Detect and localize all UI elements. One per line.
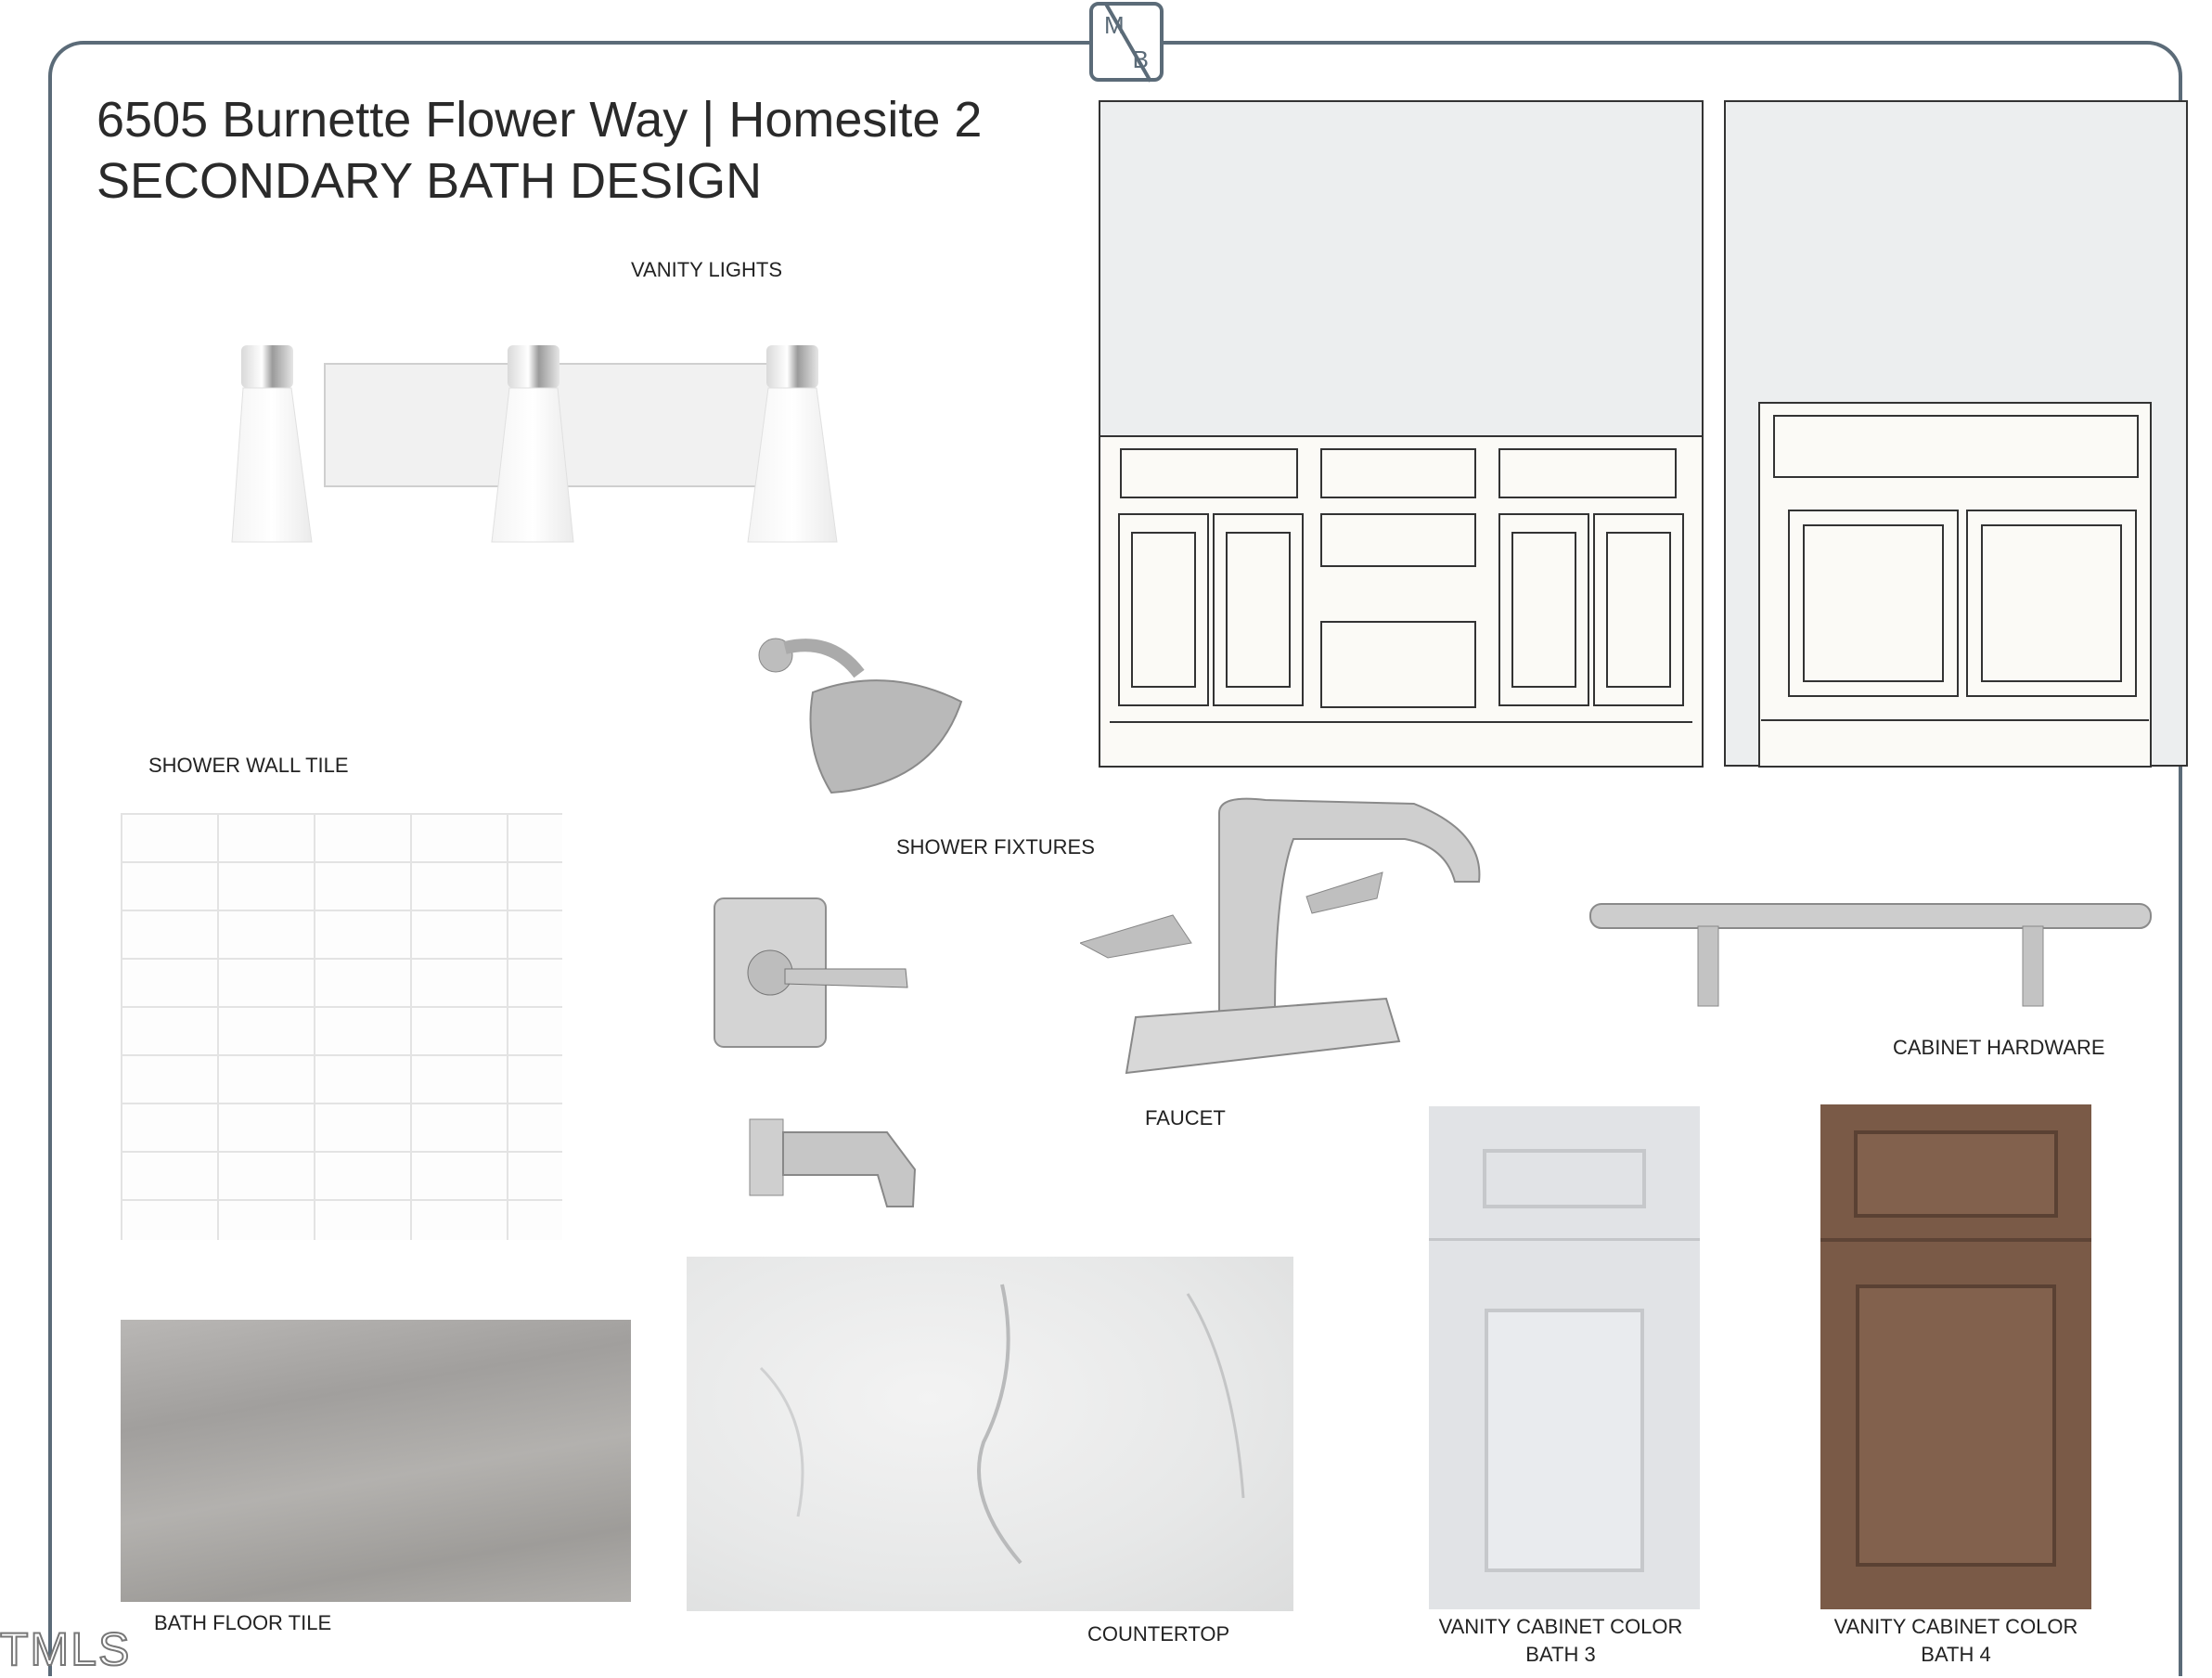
countertop-veining [759,1284,1245,1565]
vanity-cabinet-bath3-line2: BATH 3 [1525,1643,1596,1666]
bath-floor-tile-swatch [121,1320,631,1602]
vanity-lights-label: VANITY LIGHTS [631,258,783,281]
vanity-cabinet-bath3-line1: VANITY CABINET COLOR [1438,1615,1683,1638]
tmls-watermark: TMLS [0,1622,132,1676]
design-subtitle: SECONDARY BATH DESIGN [96,153,763,209]
shower-wall-tile-label: SHOWER WALL TILE [148,754,349,777]
vanity-cabinet-bath4-line2: BATH 4 [1921,1643,1991,1666]
shower-wall-tile-swatch [121,813,562,1240]
vanity-lights-image [231,345,838,543]
countertop-label: COUNTERTOP [1087,1622,1230,1646]
vanity-cabinet-bath3-label: VANITY CABINET COLOR BATH 3 [1439,1613,1683,1669]
bath-floor-tile-label: BATH FLOOR TILE [154,1611,332,1634]
shower-fixtures-label: SHOWER FIXTURES [896,835,1095,858]
mb-logo: M B [1089,2,1164,83]
vanity-elevation-bath3 [1099,100,1704,768]
cabinet-hardware-label: CABINET HARDWARE [1893,1036,2105,1059]
faucet-image [1080,797,1481,1075]
logo-letter-b: B [1132,45,1149,73]
shower-head-image [758,638,963,794]
vanity-cabinet-bath4-swatch [1820,1104,2091,1609]
cabinet-pull-image [1589,903,2152,1007]
faucet-label: FAUCET [1145,1106,1226,1129]
vanity-cabinet-bath4-label: VANITY CABINET COLOR BATH 4 [1834,1613,2078,1669]
tub-spout-image [749,1118,917,1207]
shower-valve-image [714,897,908,1048]
address-title: 6505 Burnette Flower Way | Homesite 2 [96,92,983,148]
vanity-elevation-bath4 [1724,100,2188,768]
vanity-cabinet-bath3-swatch [1429,1106,1700,1609]
vanity-cabinet-bath4-line1: VANITY CABINET COLOR [1833,1615,2078,1638]
countertop-swatch [687,1257,1293,1611]
page-title: 6505 Burnette Flower Way | Homesite 2 SE… [96,89,982,212]
